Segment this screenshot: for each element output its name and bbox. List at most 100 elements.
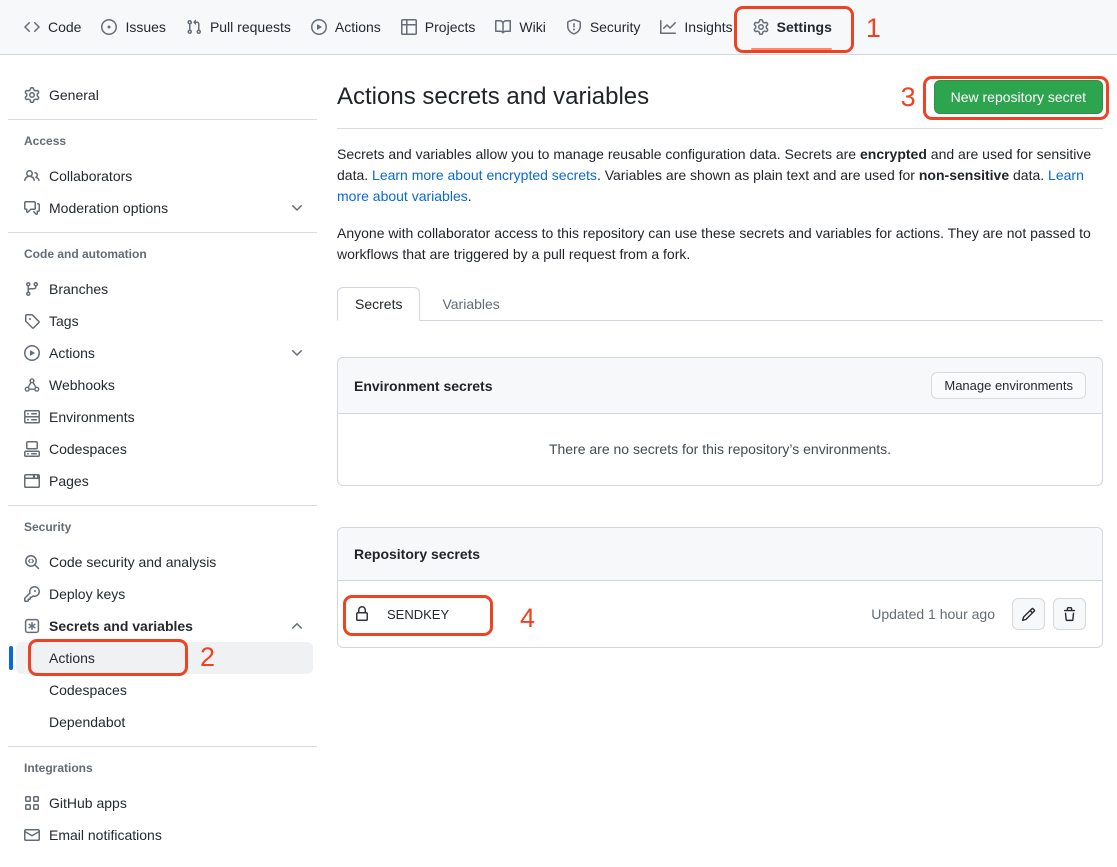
repo-tab-nav: Code Issues Pull requests Actions Projec…	[0, 0, 1117, 55]
sidebar-item-label: Email notifications	[49, 827, 162, 843]
code-icon	[24, 19, 40, 35]
intro-text: data.	[1009, 167, 1048, 183]
collaborator-access-paragraph: Anyone with collaborator access to this …	[337, 223, 1103, 265]
sidebar-item-label: Tags	[49, 313, 79, 329]
sidebar-item-pages[interactable]: Pages	[16, 465, 313, 497]
page-title: Actions secrets and variables	[337, 79, 649, 115]
table-icon	[401, 19, 417, 35]
intro-text: . Variables are shown as plain text and …	[597, 167, 919, 183]
chevron-down-icon	[289, 200, 305, 216]
tab-insights[interactable]: Insights	[650, 0, 742, 54]
tab-security-label: Security	[590, 19, 641, 35]
intro-bold-encrypted: encrypted	[860, 146, 927, 162]
sidebar-item-deploy-keys[interactable]: Deploy keys	[16, 578, 313, 610]
sidebar-item-code-security[interactable]: Code security and analysis	[16, 546, 313, 578]
settings-sidebar: General Access Collaborators Moderation …	[0, 55, 337, 851]
pencil-icon	[1021, 607, 1036, 622]
sidebar-item-label: Dependabot	[49, 714, 125, 730]
tab-issues[interactable]: Issues	[91, 0, 175, 54]
new-secret-button-wrap: New repository secret 3	[934, 80, 1103, 114]
tab-actions[interactable]: Actions	[301, 0, 391, 54]
tab-security[interactable]: Security	[556, 0, 651, 54]
tab-wiki[interactable]: Wiki	[485, 0, 555, 54]
edit-secret-button[interactable]	[1012, 598, 1045, 630]
people-icon	[24, 168, 40, 184]
manage-environments-button[interactable]: Manage environments	[931, 372, 1086, 399]
sidebar-subitem-actions[interactable]: Actions 2	[16, 642, 313, 674]
sidebar-section-integrations: Integrations	[16, 761, 313, 775]
sidebar-item-codespaces[interactable]: Codespaces	[16, 433, 313, 465]
sidebar-item-github-apps[interactable]: GitHub apps	[16, 787, 313, 819]
secret-row: SENDKEY 4 Updated 1 hour ago	[338, 581, 1102, 647]
tab-code-label: Code	[48, 19, 81, 35]
annotation-number-2: 2	[200, 644, 215, 671]
sidebar-item-label: Codespaces	[49, 441, 127, 457]
sidebar-item-label: Collaborators	[49, 168, 132, 184]
sidebar-item-label: Environments	[49, 409, 135, 425]
codespaces-icon	[24, 441, 40, 457]
sidebar-item-moderation-options[interactable]: Moderation options	[16, 192, 313, 224]
sidebar-divider	[8, 232, 317, 233]
sidebar-item-environments[interactable]: Environments	[16, 401, 313, 433]
gear-icon	[753, 19, 769, 35]
tab-code[interactable]: Code	[14, 0, 91, 54]
sidebar-item-label: Secrets and variables	[49, 618, 193, 634]
sidebar-item-actions[interactable]: Actions	[16, 337, 313, 369]
annotation-number-3: 3	[901, 84, 916, 111]
sidebar-item-general[interactable]: General	[16, 79, 313, 111]
tab-pull-requests[interactable]: Pull requests	[176, 0, 301, 54]
tab-actions-label: Actions	[335, 19, 381, 35]
tab-projects[interactable]: Projects	[391, 0, 486, 54]
sidebar-item-label: Code security and analysis	[49, 554, 216, 570]
secret-name: SENDKEY	[387, 607, 449, 622]
gear-icon	[24, 87, 40, 103]
tab-issues-label: Issues	[125, 19, 165, 35]
sidebar-item-label: Actions	[49, 345, 95, 361]
sidebar-item-branches[interactable]: Branches	[16, 273, 313, 305]
sidebar-item-label: General	[49, 87, 99, 103]
tab-insights-label: Insights	[684, 19, 732, 35]
tab-pull-requests-label: Pull requests	[210, 19, 291, 35]
tab-settings[interactable]: Settings 1	[743, 0, 842, 54]
sidebar-item-webhooks[interactable]: Webhooks	[16, 369, 313, 401]
sidebar-item-tags[interactable]: Tags	[16, 305, 313, 337]
secrets-variables-tabs: Secrets Variables	[337, 287, 1103, 321]
sidebar-section-security: Security	[16, 520, 313, 534]
intro-text: .	[468, 188, 472, 204]
server-icon	[24, 409, 40, 425]
sidebar-item-collaborators[interactable]: Collaborators	[16, 160, 313, 192]
chevron-down-icon	[289, 345, 305, 361]
link-learn-more-encrypted-secrets[interactable]: Learn more about encrypted secrets	[372, 167, 597, 183]
sidebar-item-label: Codespaces	[49, 682, 127, 698]
annotation-number-1: 1	[866, 15, 881, 42]
sidebar-subitem-codespaces[interactable]: Codespaces	[16, 674, 313, 706]
lock-icon	[354, 606, 370, 622]
new-repository-secret-button[interactable]: New repository secret	[934, 80, 1103, 114]
intro-bold-non-sensitive: non-sensitive	[919, 167, 1009, 183]
environment-secrets-card: Environment secrets Manage environments …	[337, 357, 1103, 486]
trash-icon	[1062, 607, 1077, 622]
sidebar-divider	[8, 119, 317, 120]
tag-icon	[24, 313, 40, 329]
sidebar-divider	[8, 505, 317, 506]
delete-secret-button[interactable]	[1053, 598, 1086, 630]
annotation-number-4: 4	[520, 605, 535, 632]
graph-icon	[660, 19, 676, 35]
sidebar-item-secrets-and-variables[interactable]: Secrets and variables	[16, 610, 313, 642]
play-icon	[24, 345, 40, 361]
webhook-icon	[24, 377, 40, 393]
comment-discussion-icon	[24, 200, 40, 216]
sidebar-subitem-dependabot[interactable]: Dependabot	[16, 706, 313, 738]
repository-secrets-card: Repository secrets SENDKEY 4 Updated 1 h…	[337, 527, 1103, 648]
secret-updated-text: Updated 1 hour ago	[871, 606, 995, 622]
chevron-up-icon	[289, 618, 305, 634]
intro-paragraph: Secrets and variables allow you to manag…	[337, 144, 1103, 207]
apps-icon	[24, 795, 40, 811]
tab-secrets[interactable]: Secrets	[337, 287, 420, 321]
sidebar-item-label: Actions	[49, 650, 95, 666]
sidebar-item-label: Deploy keys	[49, 586, 125, 602]
intro-text: Secrets and variables allow you to manag…	[337, 146, 860, 162]
sidebar-item-email-notifications[interactable]: Email notifications	[16, 819, 313, 851]
shield-icon	[566, 19, 582, 35]
tab-variables[interactable]: Variables	[420, 288, 521, 320]
